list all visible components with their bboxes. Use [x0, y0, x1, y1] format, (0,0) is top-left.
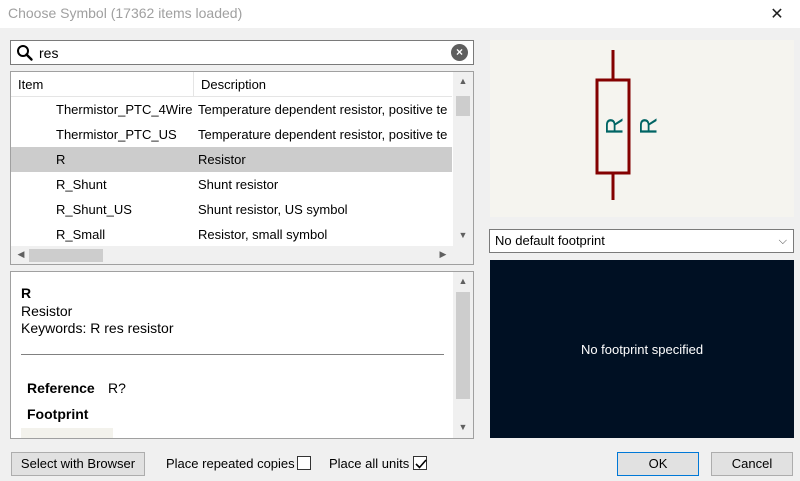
detail-symbol-name: R [21, 285, 32, 301]
detail-reference-value: R? [108, 380, 126, 396]
column-header-item[interactable]: Item [11, 72, 194, 97]
row-description: Resistor, small symbol [198, 227, 328, 242]
select-with-browser-button[interactable]: Select with Browser [11, 452, 145, 476]
detail-reference-label: Reference [27, 380, 95, 396]
list-row[interactable]: Thermistor_PTC_US Temperature dependent … [11, 122, 452, 147]
list-vertical-scrollbar[interactable]: ▲ ▼ [453, 72, 473, 247]
list-row[interactable]: R_Shunt Shunt resistor [11, 172, 452, 197]
footprint-select-value: No default footprint [495, 233, 605, 248]
scroll-down-icon[interactable]: ▼ [453, 422, 473, 432]
row-description: Resistor [198, 152, 246, 167]
details-vertical-scroll-thumb[interactable] [456, 292, 470, 399]
symbol-preview-canvas: R R [490, 40, 794, 217]
row-item: Thermistor_PTC_US [56, 127, 177, 142]
list-row[interactable]: R_Small Resistor, small symbol [11, 222, 452, 247]
details-vertical-scrollbar[interactable]: ▲ ▼ [453, 272, 473, 438]
column-header-description[interactable]: Description [194, 72, 452, 97]
list-row-selected[interactable]: R Resistor [11, 147, 452, 172]
place-all-units-checkbox[interactable] [413, 456, 427, 470]
row-description: Shunt resistor [198, 177, 279, 192]
place-repeated-copies-checkbox[interactable] [297, 456, 311, 470]
checkmark-icon [415, 459, 427, 469]
list-horizontal-scroll-thumb[interactable] [29, 249, 103, 262]
place-all-units-label: Place all units [329, 456, 410, 471]
detail-footprint-value-box [21, 428, 113, 438]
detail-divider [21, 354, 444, 355]
ok-button[interactable]: OK [617, 452, 699, 476]
list-horizontal-scrollbar[interactable]: ◀ ▶ [11, 246, 473, 264]
list-row[interactable]: R_Shunt_US Shunt resistor, US symbol [11, 197, 452, 222]
row-item: R_Small [56, 227, 106, 242]
footprint-select[interactable]: No default footprint ⌵ [489, 229, 794, 253]
row-description: Temperature dependent resistor, positive… [198, 127, 448, 142]
list-header: Item Description [11, 72, 452, 97]
window-title: Choose Symbol (17362 items loaded) [8, 5, 243, 21]
detail-description: Resistor [21, 303, 73, 319]
row-item: R_Shunt_US [56, 202, 132, 217]
preview-value-text: R [635, 117, 662, 134]
scroll-up-icon[interactable]: ▲ [453, 76, 473, 86]
list-row[interactable]: Thermistor_PTC_4Wire Temperature depende… [11, 97, 452, 122]
row-item: Thermistor_PTC_4Wire [56, 102, 193, 117]
chevron-down-icon: ⌵ [778, 235, 787, 247]
footprint-preview-canvas: No footprint specified [490, 260, 794, 438]
scroll-up-icon[interactable]: ▲ [453, 276, 473, 286]
detail-keywords: Keywords: R res resistor [21, 320, 174, 336]
resistor-symbol-icon: R R [595, 50, 662, 200]
symbol-details-panel: R Resistor Keywords: R res resistor Refe… [10, 271, 474, 439]
row-description: Temperature dependent resistor, positive… [198, 102, 448, 117]
scroll-down-icon[interactable]: ▼ [453, 230, 473, 240]
title-bar: Choose Symbol (17362 items loaded) ✕ [0, 0, 800, 28]
place-repeated-copies-label: Place repeated copies [166, 456, 295, 471]
search-icon [17, 45, 33, 61]
scroll-right-icon[interactable]: ▶ [433, 249, 453, 260]
close-icon: ✕ [770, 6, 784, 23]
row-item: R_Shunt [56, 177, 107, 192]
cancel-button[interactable]: Cancel [711, 452, 793, 476]
symbol-list[interactable]: Item Description Thermistor_PTC_4Wire Te… [10, 71, 474, 265]
search-box[interactable]: × [10, 40, 474, 65]
row-item: R [56, 152, 66, 167]
list-vertical-scroll-thumb[interactable] [456, 96, 470, 116]
search-input[interactable] [39, 43, 439, 62]
footprint-canvas-message: No footprint specified [580, 341, 704, 357]
detail-footprint-label: Footprint [27, 406, 89, 422]
close-button[interactable]: ✕ [754, 0, 800, 28]
scroll-left-icon[interactable]: ◀ [11, 249, 31, 260]
preview-reference-text: R [601, 117, 628, 134]
row-description: Shunt resistor, US symbol [198, 202, 348, 217]
clear-search-icon[interactable]: × [451, 44, 468, 61]
